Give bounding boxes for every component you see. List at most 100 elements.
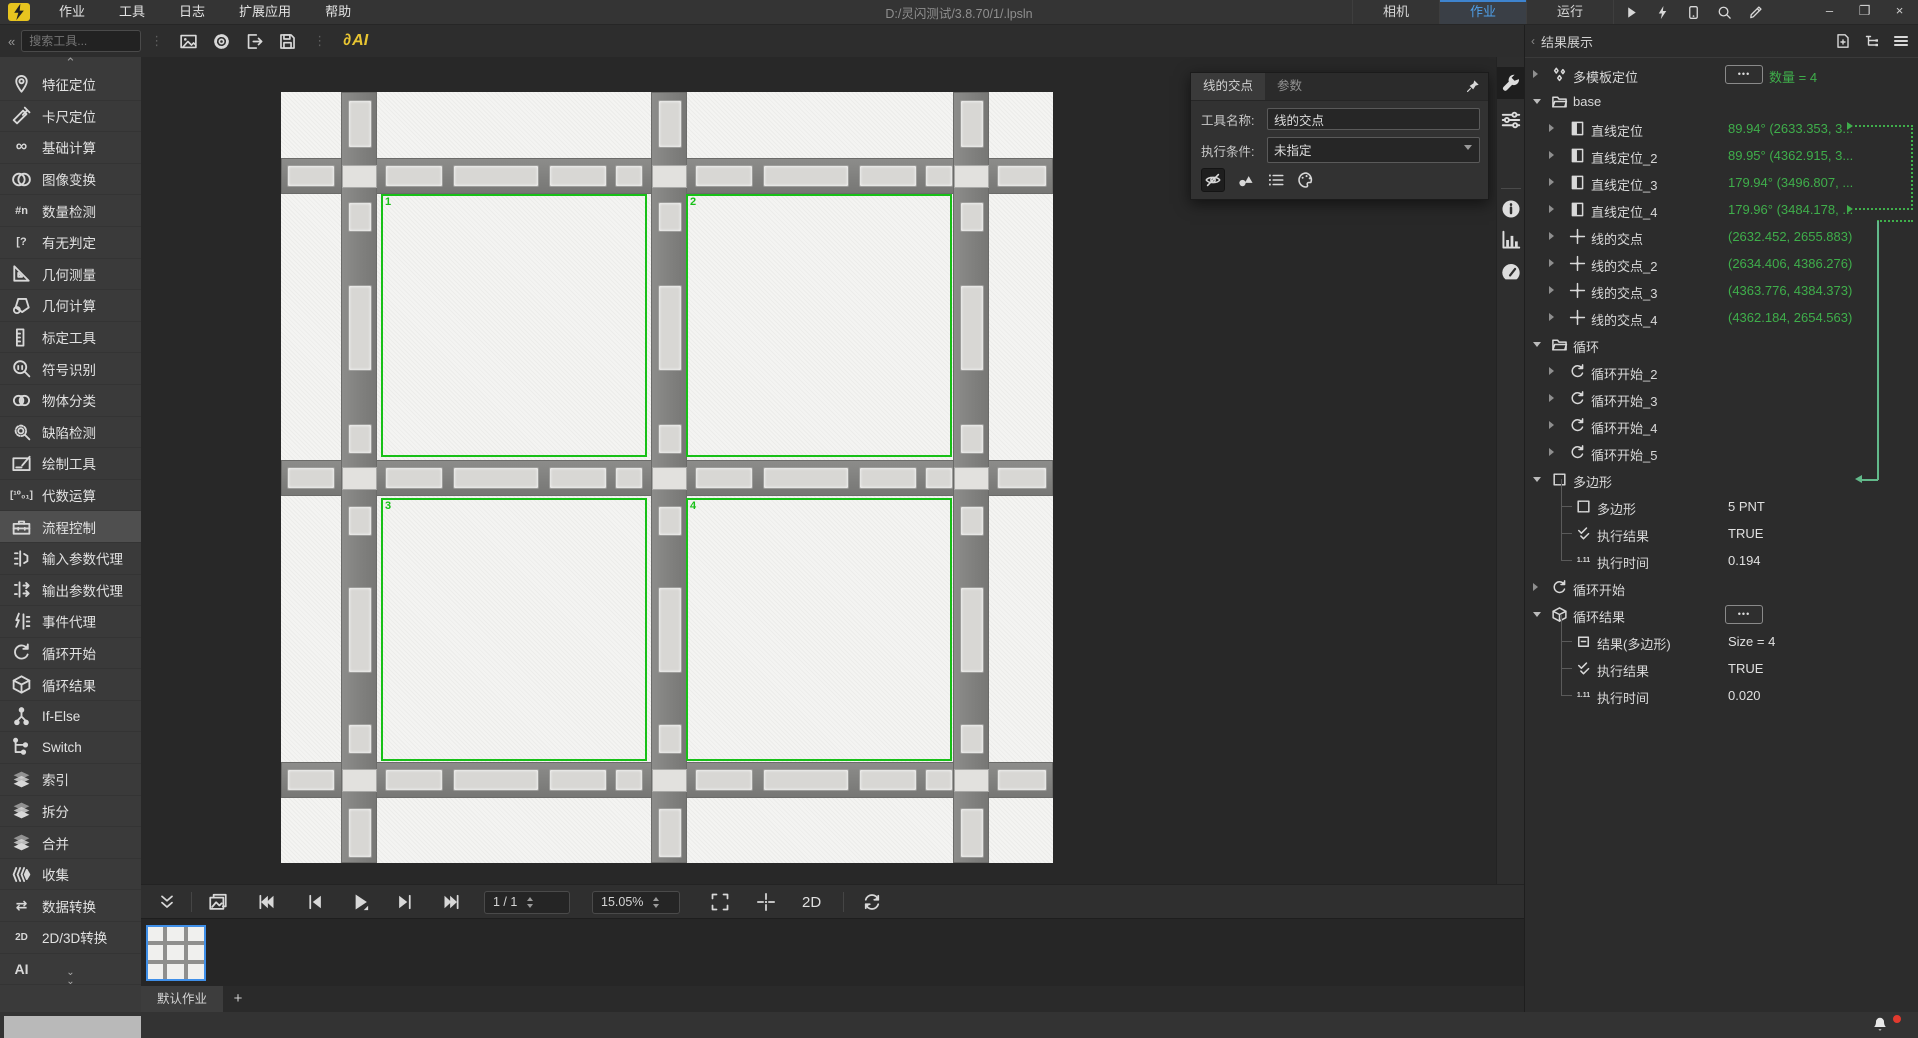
search2-icon[interactable] [1717, 5, 1732, 20]
tree-row-执行时间[interactable]: 1.11执行时间0.020 [1525, 682, 1918, 709]
tree-row-循环开始_2[interactable]: 循环开始_2 [1525, 358, 1918, 385]
tool-item-收集[interactable]: 收集 [0, 859, 141, 891]
tool-item-代数运算[interactable]: [¹⁰₀₁]代数运算 [0, 480, 141, 512]
tool-item-Switch[interactable]: Switch [0, 732, 141, 764]
tool-item-基础计算[interactable]: ∞基础计算 [0, 132, 141, 164]
expand-arrow-icon[interactable] [1549, 205, 1554, 213]
gear-icon[interactable] [212, 32, 231, 51]
tool-item-输出参数代理[interactable]: 输出参数代理 [0, 575, 141, 607]
tool-item-数据转换[interactable]: ⇄数据转换 [0, 890, 141, 922]
repeat-icon[interactable] [862, 892, 882, 912]
expand-arrow-icon[interactable] [1549, 232, 1554, 240]
tree-row-循环开始_4[interactable]: 循环开始_4 [1525, 412, 1918, 439]
tool-name-input[interactable] [1267, 108, 1480, 130]
ai-assistant-button[interactable]: ∂ AI [343, 32, 368, 50]
flash-icon[interactable] [1655, 5, 1670, 20]
export-icon[interactable] [245, 32, 264, 51]
add-file-icon[interactable] [1835, 33, 1851, 49]
fullscreen-icon[interactable] [710, 892, 730, 912]
tool-item-几何测量[interactable]: 几何测量 [0, 259, 141, 291]
zoom-spinner[interactable]: 15.05% [592, 891, 680, 914]
tool-item-物体分类[interactable]: 物体分类 [0, 385, 141, 417]
mode-tab-作业[interactable]: 作业 [1440, 0, 1527, 24]
tool-item-符号识别[interactable]: 符号识别 [0, 353, 141, 385]
tree-row-循环开始_3[interactable]: 循环开始_3 [1525, 385, 1918, 412]
tree-row-循环开始[interactable]: 循环开始 [1525, 574, 1918, 601]
mode-tab-运行[interactable]: 运行 [1527, 0, 1614, 24]
collapse-arrow-icon[interactable] [1533, 477, 1541, 482]
list-icon[interactable] [1267, 171, 1285, 189]
tree-row-循环结果[interactable]: 循环结果••• [1525, 601, 1918, 628]
scroll-up-icon[interactable]: ⌃ [0, 57, 141, 69]
image-thumbnail[interactable] [146, 925, 206, 981]
tree-row-直线定位_3[interactable]: 直线定位_3179.94° (3496.807, ... [1525, 169, 1918, 196]
notification-bell-icon[interactable] [1872, 1016, 1888, 1032]
device-icon[interactable] [1686, 5, 1701, 20]
wrench-icon[interactable] [1500, 72, 1522, 94]
tree-row-执行时间[interactable]: 1.11执行时间0.194 [1525, 547, 1918, 574]
slash-icon[interactable] [1748, 5, 1763, 20]
tool-item-几何计算[interactable]: 几何计算 [0, 290, 141, 322]
tree-row-线的交点_2[interactable]: 线的交点_2(2634.406, 4386.276) [1525, 250, 1918, 277]
menu-3[interactable]: 扩展应用 [222, 0, 308, 24]
eye-off-icon[interactable] [1201, 168, 1225, 192]
more-button[interactable]: ••• [1725, 65, 1763, 84]
play-icon[interactable] [350, 892, 370, 912]
panel-tab-线的交点[interactable]: 线的交点 [1191, 73, 1265, 100]
panel-tab-参数[interactable]: 参数 [1265, 73, 1314, 100]
expand-arrow-icon[interactable] [1533, 70, 1538, 78]
tool-item-索引[interactable]: 索引 [0, 764, 141, 796]
menu-2[interactable]: 日志 [162, 0, 222, 24]
tree-row-结果(多边形)[interactable]: 结果(多边形)Size = 4 [1525, 628, 1918, 655]
expand-arrow-icon[interactable] [1549, 286, 1554, 294]
tree-row-线的交点_3[interactable]: 线的交点_3(4363.776, 4384.373) [1525, 277, 1918, 304]
menu-0[interactable]: 作业 [42, 0, 102, 24]
palette-icon[interactable] [1297, 171, 1315, 189]
tree-row-直线定位_2[interactable]: 直线定位_289.95° (4362.915, 3... [1525, 142, 1918, 169]
tool-item-输入参数代理[interactable]: 输入参数代理 [0, 543, 141, 575]
tool-item-卡尺定位[interactable]: 卡尺定位 [0, 101, 141, 133]
menu-1[interactable]: 工具 [102, 0, 162, 24]
tool-item-标定工具[interactable]: 标定工具 [0, 322, 141, 354]
crosshair-icon[interactable] [756, 892, 776, 912]
tool-item-有无判定[interactable]: [?有无判定 [0, 227, 141, 259]
expand-arrow-icon[interactable] [1549, 178, 1554, 186]
job-tab-default[interactable]: 默认作业 [141, 986, 223, 1012]
search-input[interactable] [21, 30, 141, 52]
tool-item-合并[interactable]: 合并 [0, 827, 141, 859]
prev-frame-icon[interactable] [304, 892, 324, 912]
chevron-left-icon[interactable]: ‹ [1531, 34, 1535, 48]
collapse-arrow-icon[interactable] [1533, 612, 1541, 617]
tree-row-执行结果[interactable]: 执行结果TRUE [1525, 655, 1918, 682]
save-icon[interactable] [278, 32, 297, 51]
maximize-button[interactable]: ❐ [1847, 0, 1882, 24]
expand-arrow-icon[interactable] [1549, 313, 1554, 321]
tool-item-循环结果[interactable]: 循环结果 [0, 669, 141, 701]
image-canvas[interactable]: 1234 线的交点参数 工具名称:执行条件:未指定 [141, 57, 1524, 884]
expand-arrow-icon[interactable] [1549, 124, 1554, 132]
add-job-button[interactable]: + [223, 986, 253, 1012]
tree-icon[interactable] [1864, 33, 1880, 49]
expand-arrow-icon[interactable] [1549, 151, 1554, 159]
menu-4[interactable]: 帮助 [308, 0, 368, 24]
tool-item-图像变换[interactable]: 图像变换 [0, 164, 141, 196]
tool-item-流程控制[interactable]: 流程控制 [0, 511, 141, 543]
skip-end-icon[interactable] [442, 892, 462, 912]
mode-tab-相机[interactable]: 相机 [1352, 0, 1440, 24]
expand-arrow-icon[interactable] [1549, 367, 1554, 375]
tool-item-特征定位[interactable]: 特征定位 [0, 69, 141, 101]
chart-icon[interactable] [1500, 229, 1522, 251]
tool-item-2D/3D转换[interactable]: 2D2D/3D转换 [0, 922, 141, 954]
images-icon[interactable] [208, 892, 228, 912]
tool-item-事件代理[interactable]: 事件代理 [0, 606, 141, 638]
image-icon[interactable] [179, 32, 198, 51]
expand-arrow-icon[interactable] [1549, 394, 1554, 402]
expand-arrow-icon[interactable] [1549, 259, 1554, 267]
menu-icon[interactable] [1893, 33, 1909, 49]
tool-item-拆分[interactable]: 拆分 [0, 796, 141, 828]
expand-arrow-icon[interactable] [1533, 583, 1538, 591]
tool-item-缺陷检测[interactable]: 缺陷检测 [0, 417, 141, 449]
mode-2d-button[interactable]: 2D [802, 894, 821, 911]
collapse-panel-icon[interactable]: « [8, 34, 13, 49]
tool-item-数量检测[interactable]: #n数量检测 [0, 195, 141, 227]
